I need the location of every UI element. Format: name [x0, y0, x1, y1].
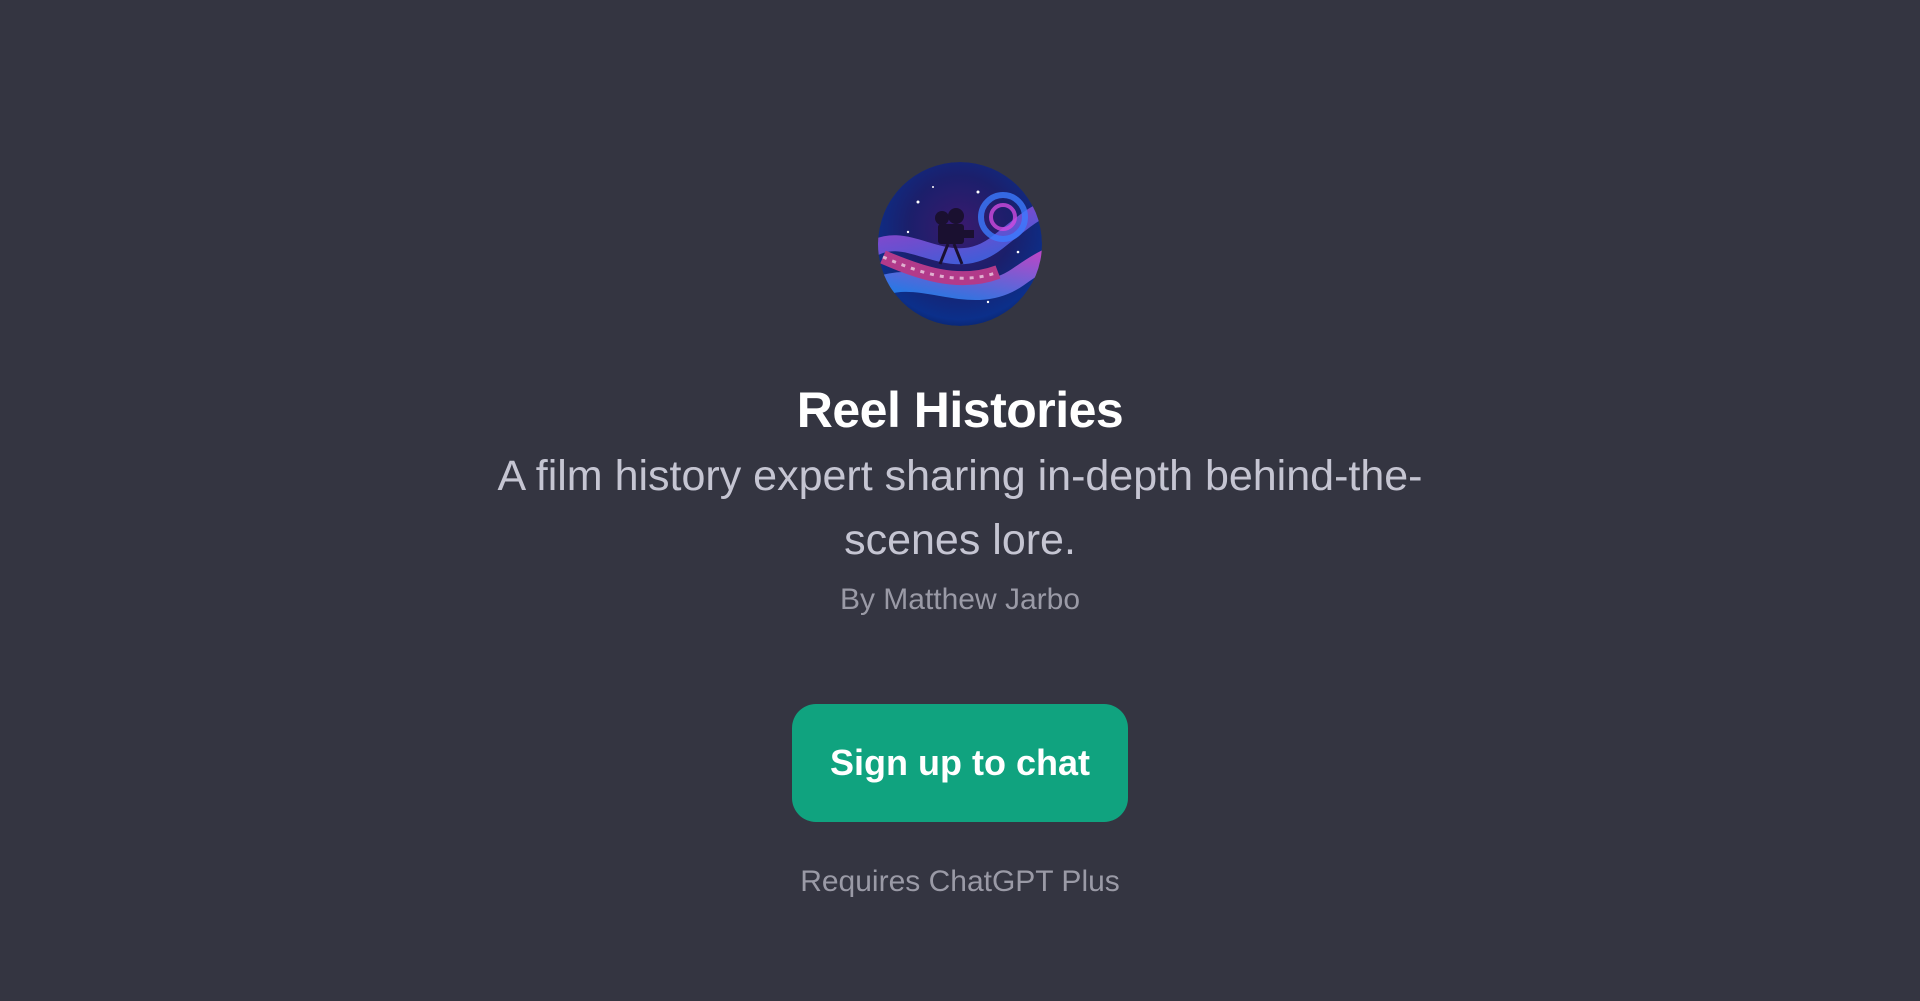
- gpt-avatar: [878, 162, 1042, 326]
- gpt-title: Reel Histories: [796, 382, 1124, 438]
- gpt-description: A film history expert sharing in-depth b…: [497, 452, 1423, 564]
- film-projector-avatar-icon: [878, 162, 1042, 326]
- gpt-landing: Reel Histories A film history expert sha…: [0, 0, 1920, 1001]
- plan-requirement-note: Requires ChatGPT Plus: [800, 865, 1120, 898]
- sign-up-to-chat-button[interactable]: Sign up to chat: [792, 704, 1128, 822]
- gpt-author: By Matthew Jarbo: [839, 583, 1081, 616]
